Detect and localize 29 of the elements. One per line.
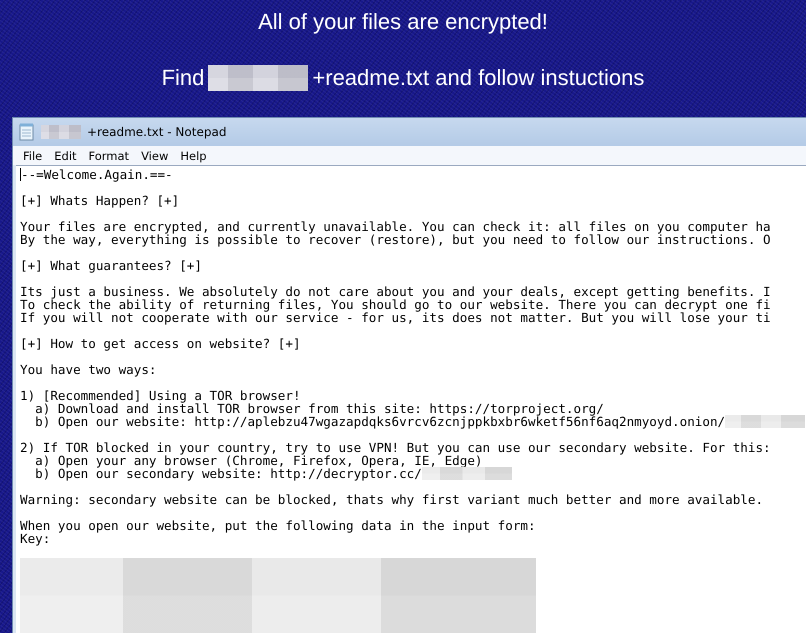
note-line: a) Download and install TOR browser from this site: https://torproject.org/	[34, 402, 604, 415]
note-line: Key:	[20, 532, 50, 545]
instruction-text: +readme.txt and follow instuctions	[312, 64, 644, 92]
note-line: --=Welcome.Again.==-	[21, 168, 173, 181]
note-line: Warning: secondary website can be blocked, thats why first variant much better and more available.	[20, 493, 764, 506]
note-line: By the way, everything is possible to recover (restore), but you need to follow our instructions. O	[20, 233, 771, 246]
note-line: Your files are encrypted, and currently unavailable. You can check it: all files on you computer ha	[20, 220, 771, 233]
note-line: b) Open our secondary website: http://decryptor.cc/	[34, 467, 422, 480]
note-line: To check the ability of returning files, You should go to our website. There you can decrypt one fi	[20, 298, 771, 311]
instruction-text: Find	[162, 64, 204, 92]
note-line: b) Open our website: http://aplebzu47wgazapdqks6vrcv6zcnjppkbxbr6wketf56nf6aq2nmyoyd.onion/	[34, 415, 726, 428]
note-line: a) Open your any browser (Chrome, Firefox, Opera, IE, Edge)	[34, 454, 483, 467]
note-line: When you open our website, put the following data in the input form:	[20, 519, 536, 532]
menu-item[interactable]: File	[17, 146, 48, 165]
menu-item[interactable]: Edit	[48, 146, 83, 165]
note-line: [+] How to get access on website? [+]	[20, 337, 301, 350]
note-line: If you will not cooperate with our service - for us, its does not matter. But you will lose your ti	[20, 311, 771, 324]
menu-item[interactable]: View	[135, 146, 174, 165]
note-line: Its just a business. We absolutely do not care about you and your deals, except getting benefits. I	[20, 285, 771, 298]
notepad-icon	[19, 123, 35, 141]
ransom-headline: All of your files are encrypted!	[258, 8, 548, 36]
menu-item[interactable]: Format	[82, 146, 136, 165]
window-title: +readme.txt - Notepad	[87, 125, 226, 139]
note-line: [+] Whats Happen? [+]	[20, 194, 180, 207]
menu-item[interactable]: Help	[174, 146, 213, 165]
note-line: 1) [Recommended] Using a TOR browser!	[20, 389, 301, 402]
note-line: You have two ways:	[20, 363, 156, 376]
note-line: [+] What guarantees? [+]	[20, 259, 202, 272]
note-line: 2) If TOR blocked in your country, try to use VPN! But you can use our secondary website. For this:	[20, 441, 771, 454]
